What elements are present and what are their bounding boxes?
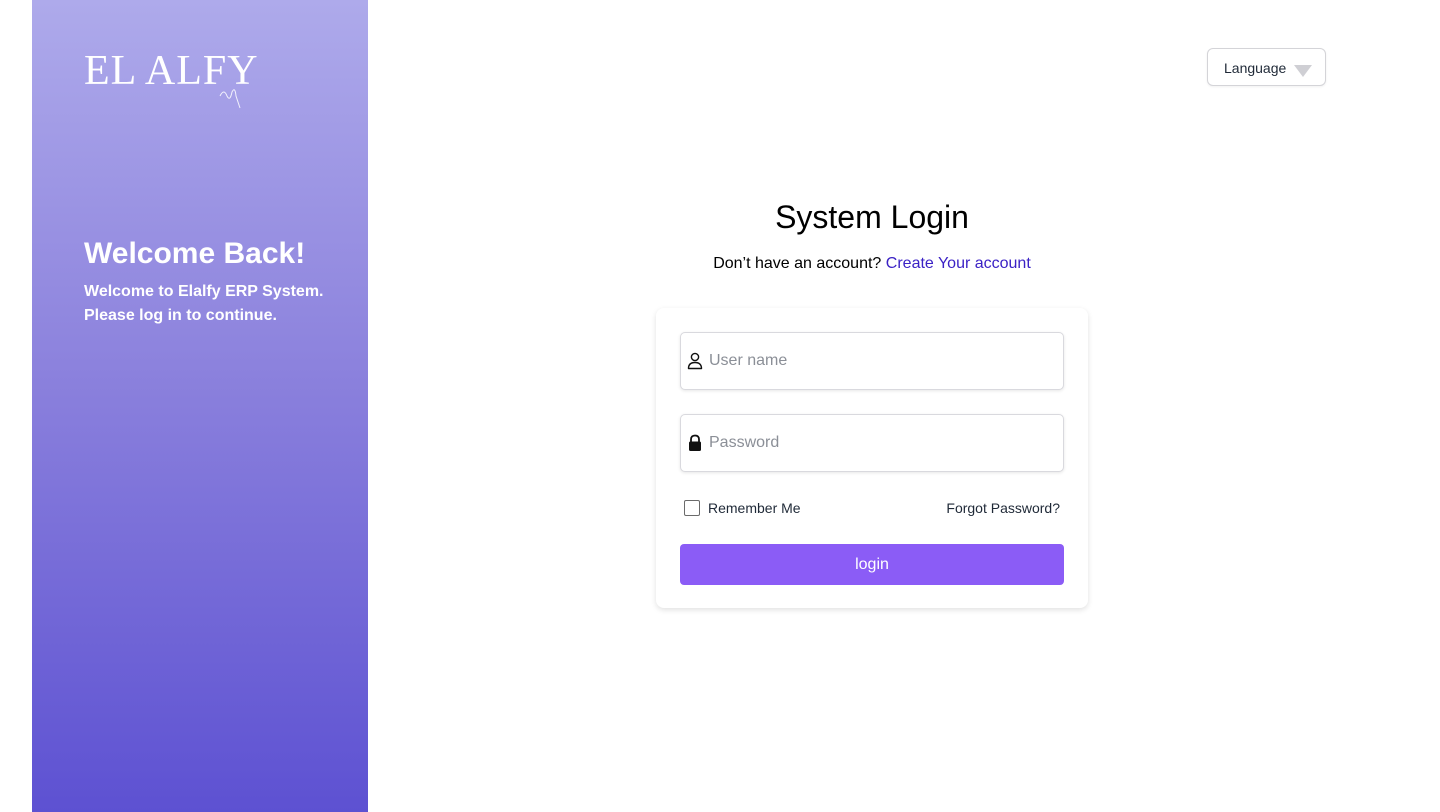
password-input[interactable] [709, 415, 1059, 471]
welcome-message: Welcome to Elalfy ERP System. Please log… [84, 283, 324, 324]
username-field [680, 332, 1064, 390]
forgot-password-link[interactable]: Forgot Password? [946, 500, 1060, 516]
login-page: EL ALFY Welcome Back! Welcome to Elalfy … [0, 0, 1440, 812]
remember-me-checkbox[interactable] [684, 500, 700, 516]
login-form: Remember Me Forgot Password? login [656, 308, 1088, 608]
login-button[interactable]: login [680, 544, 1064, 585]
create-account-link[interactable]: Create Your account [886, 255, 1031, 272]
lock-icon [689, 434, 701, 451]
page-title: System Login [775, 199, 969, 235]
language-select[interactable]: Language [1207, 48, 1326, 86]
logo-signature-icon [219, 89, 241, 109]
welcome-panel: EL ALFY Welcome Back! Welcome to Elalfy … [32, 0, 368, 812]
language-label: Language [1224, 60, 1287, 76]
signup-prompt: Don’t have an account? [713, 255, 882, 272]
user-icon [687, 352, 703, 370]
chevron-down-icon [1294, 65, 1312, 77]
username-input[interactable] [709, 333, 1059, 389]
welcome-title: Welcome Back! [84, 237, 306, 270]
remember-me-label[interactable]: Remember Me [708, 500, 801, 516]
signup-prompt-line: Don’t have an account? Create Your accou… [656, 253, 1088, 275]
password-field [680, 414, 1064, 472]
